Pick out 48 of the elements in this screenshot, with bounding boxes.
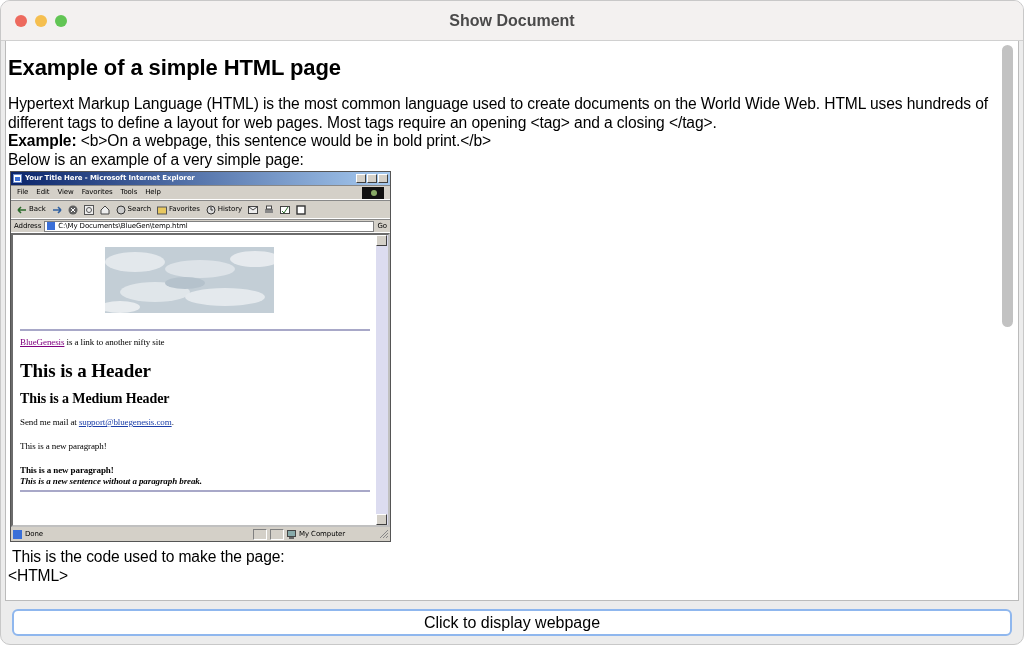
minimize-button[interactable] — [356, 174, 366, 183]
scroll-down-button[interactable] — [376, 514, 387, 525]
print-icon — [264, 204, 274, 215]
search-icon — [115, 204, 126, 215]
logo-icon — [362, 186, 384, 199]
page-heading: Example of a simple HTML page — [8, 55, 342, 81]
favorites-icon — [157, 204, 168, 215]
forward-icon — [51, 204, 62, 215]
email-link[interactable]: support@bluegenesis.com — [78, 417, 172, 427]
medium-header-text: This is a Medium Header — [20, 390, 171, 407]
link-caption: is a link to another nifty site — [65, 337, 165, 347]
scroll-up-button[interactable] — [376, 235, 387, 246]
status-panel — [270, 528, 284, 540]
stop-button[interactable] — [67, 204, 78, 215]
refresh-icon — [83, 204, 94, 215]
italic-sentence: This is a new sentence without a paragraph break. — [20, 476, 203, 487]
home-icon — [99, 204, 110, 215]
status-panel — [253, 528, 267, 540]
bold-paragraph: This is a new paragraph! — [20, 465, 115, 476]
window-title: Show Document — [449, 10, 575, 31]
back-icon — [17, 204, 27, 215]
mail-button[interactable] — [248, 204, 258, 215]
forward-button[interactable] — [51, 204, 62, 215]
code-line: This is the code used to make the page: — [10, 548, 286, 567]
paragraph: Example: <b>On a webpage, this sentence would be in bold print.</b> — [8, 132, 493, 151]
print-button[interactable] — [264, 204, 274, 215]
maximize-button[interactable] — [367, 174, 377, 183]
mail-text: Send me mail at — [20, 417, 78, 427]
mail-icon — [248, 204, 258, 215]
paragraph: Below is an example of a very simple page: — [8, 150, 305, 169]
edit-button[interactable] — [280, 204, 290, 215]
edit-icon — [280, 204, 290, 215]
link[interactable]: BlueGenesis — [20, 337, 65, 347]
header-text: This is a Header — [20, 360, 152, 382]
paragraph-text: This is a new paragraph! — [20, 441, 108, 452]
punctuation: . — [171, 417, 174, 427]
history-icon — [205, 204, 216, 215]
paragraph: Hypertext Markup Language (HTML) is the most common language used to create documents on the World Wide Web. HTML uses hundreds of different tags to define a layout for web pages. Most tags require an opening <tag> and a closing </tag>. — [8, 95, 989, 132]
scrollbar-thumb[interactable] — [1002, 45, 1013, 327]
code-line: <HTML> — [8, 566, 70, 585]
refresh-button[interactable] — [83, 204, 94, 215]
close-button[interactable] — [378, 174, 388, 183]
close-icon[interactable] — [15, 15, 27, 27]
home-button[interactable] — [99, 204, 110, 215]
resize-grip-icon — [380, 530, 388, 538]
display-button[interactable]: Click to display webpage — [12, 609, 1012, 636]
stop-icon — [67, 204, 78, 215]
computer-icon — [287, 529, 296, 539]
